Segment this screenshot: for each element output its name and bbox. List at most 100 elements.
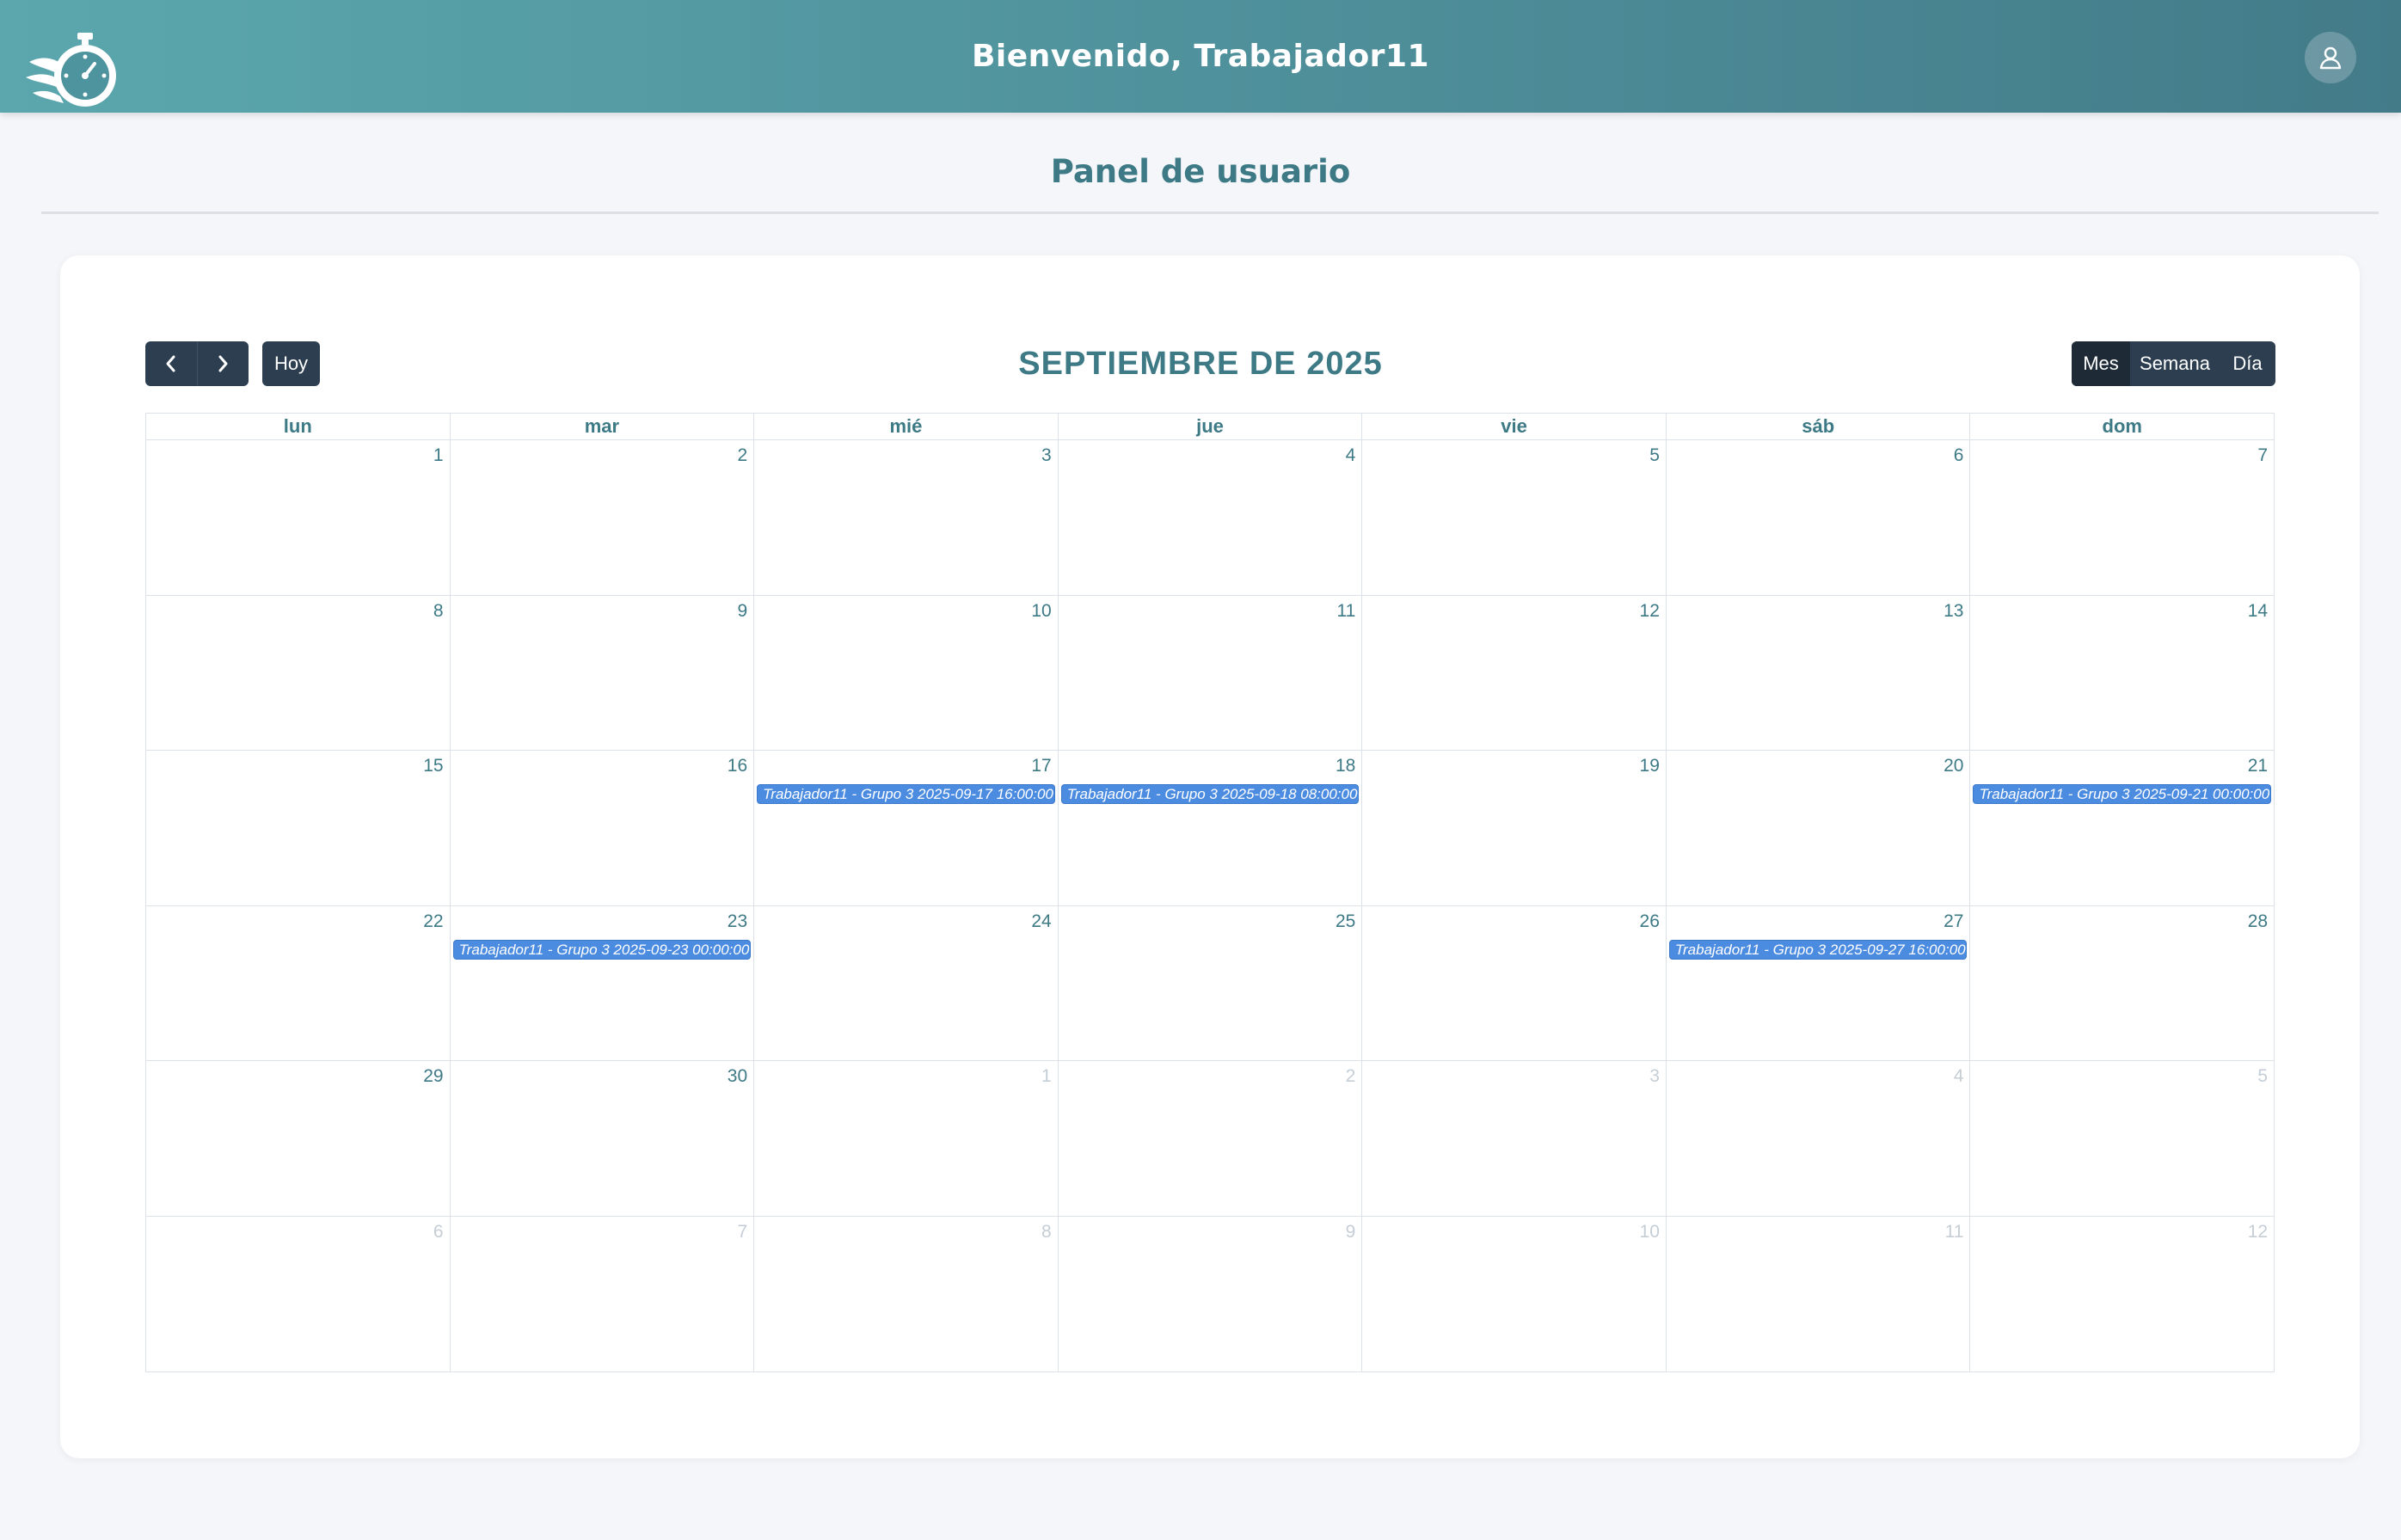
day-cell[interactable]: 16 (449, 751, 754, 905)
day-cell[interactable]: 14 (1969, 595, 2274, 751)
day-cell[interactable]: 24 (753, 905, 1058, 1061)
calendar-event[interactable]: Trabajador11 - Grupo 3 2025-09-18 08:00:… (1060, 784, 1360, 805)
day-number: 30 (727, 1066, 748, 1087)
day-number: 13 (1944, 600, 1964, 621)
calendar-event[interactable]: Trabajador11 - Grupo 3 2025-09-27 16:00:… (1668, 939, 1968, 960)
page-title: Panel de usuario (1050, 153, 1351, 190)
day-number: 11 (1944, 1221, 1964, 1242)
week-row: 1 2 3 4 5 6 7 (146, 440, 2274, 596)
day-cell[interactable]: 25 (1057, 905, 1362, 1061)
day-number: 15 (423, 756, 444, 776)
day-cell[interactable]: 3 (1361, 1061, 1666, 1216)
day-number: 9 (737, 600, 748, 621)
week-row: 22 23 Trabajador11 - Grupo 3 2025-09-23 00… (146, 905, 2274, 1062)
day-cell[interactable]: 10 (1361, 1216, 1666, 1372)
view-switcher: Mes Semana Día (2072, 341, 2275, 386)
day-cell[interactable]: 9 (1057, 1216, 1362, 1372)
day-number: 5 (1649, 445, 1660, 465)
day-number: 8 (1041, 1221, 1052, 1242)
day-cell[interactable]: 3 (753, 440, 1058, 595)
day-cell[interactable]: 1 (753, 1061, 1058, 1216)
weekday-header: sáb (1665, 414, 1970, 439)
weekday-header: lun (283, 415, 312, 437)
user-profile-button[interactable] (2305, 32, 2356, 83)
day-cell[interactable]: 27 Trabajador11 - Grupo 3 2025-09-27 16:0… (1665, 905, 1970, 1061)
day-cell[interactable]: 2 (449, 440, 754, 595)
day-cell[interactable]: 5 (1969, 1061, 2274, 1216)
day-number: 5 (2257, 1066, 2269, 1087)
day-cell[interactable]: 10 (753, 595, 1058, 751)
day-cell[interactable]: 13 (1665, 595, 1970, 751)
weeks-container: 1 2 3 4 5 6 7 8 9 10 11 12 13 14 15 16 17 Trabajador11 - … (145, 440, 2275, 1372)
day-number: 21 (2247, 756, 2269, 776)
day-number: 6 (433, 1221, 444, 1242)
day-number: 10 (1639, 1221, 1660, 1242)
top-header: Bienvenido, Trabajador11 (0, 0, 2401, 113)
day-number: 27 (1944, 911, 1964, 931)
calendar-month-title: SEPTIEMBRE DE 2025 (1018, 346, 1383, 382)
day-cell[interactable]: 26 (1361, 905, 1666, 1061)
day-cell[interactable]: 22 (146, 906, 450, 1061)
day-number: 17 (1031, 756, 1052, 776)
day-cell[interactable]: 12 (1969, 1216, 2274, 1372)
day-number: 2 (737, 445, 748, 465)
day-number: 24 (1031, 911, 1052, 931)
day-cell[interactable]: 2 (1057, 1061, 1362, 1216)
day-cell[interactable]: 4 (1057, 440, 1362, 595)
calendar-event[interactable]: Trabajador11 - Grupo 3 2025-09-23 00:00:… (452, 939, 752, 960)
weekday-header-row: lun mar mié jue vie sáb dom (145, 413, 2275, 440)
weekday-header: mar (449, 414, 754, 439)
day-number: 6 (1953, 445, 1964, 465)
day-number: 29 (423, 1066, 444, 1087)
day-cell[interactable]: 12 (1361, 595, 1666, 751)
day-cell[interactable]: 9 (449, 595, 754, 751)
day-number: 4 (1345, 445, 1356, 465)
day-cell[interactable]: 17 Trabajador11 - Grupo 3 2025-09-17 16:0… (753, 751, 1058, 905)
day-cell[interactable]: 6 (1665, 440, 1970, 595)
day-cell[interactable]: 8 (753, 1216, 1058, 1372)
day-cell[interactable]: 30 (449, 1061, 754, 1216)
day-number: 12 (1639, 600, 1660, 621)
day-cell[interactable]: 18 Trabajador11 - Grupo 3 2025-09-18 08:0… (1057, 751, 1362, 905)
day-number: 3 (1649, 1066, 1660, 1087)
week-row: 29 30 1 2 3 4 5 (146, 1061, 2274, 1217)
day-cell[interactable]: 11 (1665, 1216, 1970, 1372)
day-cell[interactable]: 11 (1057, 595, 1362, 751)
weekday-header: dom (1969, 414, 2274, 439)
day-number: 11 (1336, 600, 1356, 621)
day-cell[interactable]: 29 (146, 1061, 450, 1216)
day-number: 8 (433, 600, 444, 621)
day-number: 7 (2257, 445, 2269, 465)
day-number: 4 (1953, 1066, 1964, 1087)
day-cell[interactable]: 5 (1361, 440, 1666, 595)
day-number: 18 (1335, 756, 1356, 776)
day-number: 12 (2247, 1221, 2269, 1242)
day-cell[interactable]: 1 (146, 440, 450, 595)
view-month-button[interactable]: Mes (2072, 341, 2130, 386)
day-number: 25 (1335, 911, 1356, 931)
day-number: 26 (1639, 911, 1660, 931)
day-number: 1 (1041, 1066, 1052, 1087)
day-number: 16 (727, 756, 748, 776)
day-cell[interactable]: 6 (146, 1217, 450, 1372)
day-number: 22 (423, 911, 444, 931)
day-cell[interactable]: 21 Trabajador11 - Grupo 3 2025-09-21 00:0… (1969, 751, 2274, 905)
day-cell[interactable]: 20 (1665, 751, 1970, 905)
day-cell[interactable]: 19 (1361, 751, 1666, 905)
day-number: 20 (1944, 756, 1964, 776)
calendar-event[interactable]: Trabajador11 - Grupo 3 2025-09-17 16:00:… (757, 784, 1055, 805)
day-number: 1 (433, 445, 444, 465)
day-number: 14 (2247, 600, 2269, 621)
day-cell[interactable]: 7 (1969, 440, 2274, 595)
view-week-button[interactable]: Semana (2130, 341, 2220, 386)
day-cell[interactable]: 8 (146, 596, 450, 751)
day-number: 7 (737, 1221, 748, 1242)
day-cell[interactable]: 7 (449, 1216, 754, 1372)
month-grid: lun mar mié jue vie sáb dom 1 2 3 4 5 6 7 8 9 10 11 12 13 1… (145, 413, 2275, 1372)
day-cell[interactable]: 23 Trabajador11 - Grupo 3 2025-09-23 00:0… (449, 905, 754, 1061)
day-cell[interactable]: 15 (146, 751, 450, 905)
day-cell[interactable]: 4 (1665, 1061, 1970, 1216)
view-day-button[interactable]: Día (2220, 341, 2275, 386)
calendar-event[interactable]: Trabajador11 - Grupo 3 2025-09-21 00:00:… (1973, 784, 2272, 805)
day-cell[interactable]: 28 (1969, 905, 2274, 1061)
